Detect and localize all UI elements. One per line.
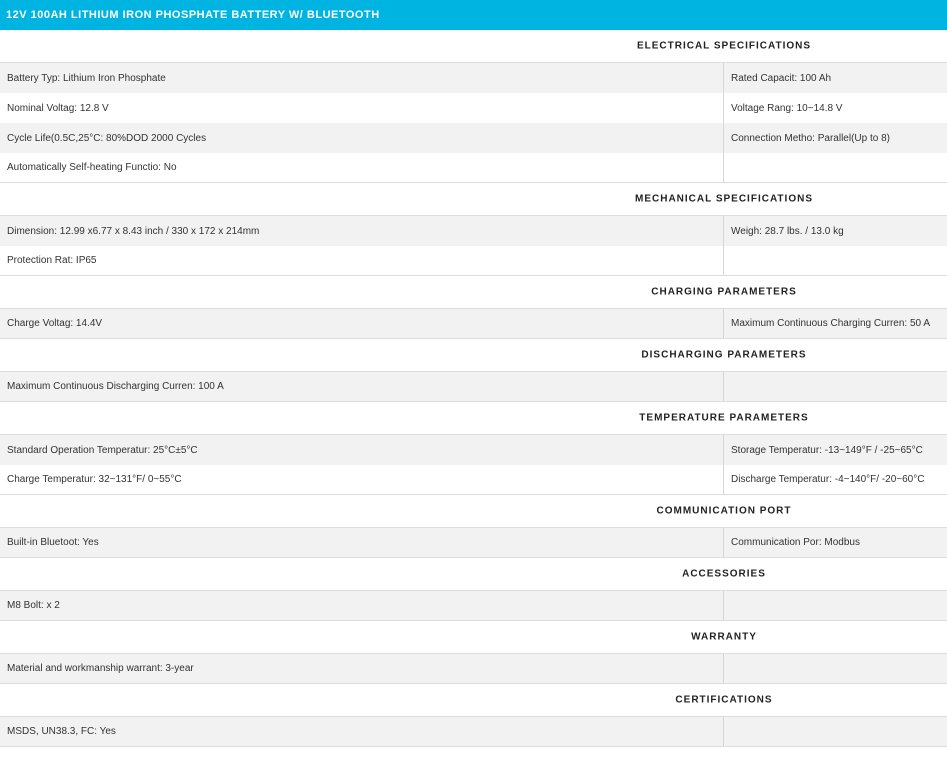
spec-cell-left: Dimension: 12.99 x6.77 x 8.43 inch / 330…	[0, 216, 724, 246]
section-title: TEMPERATURE PARAMETERS	[639, 412, 809, 424]
spec-cell-left: M8 Bolt: x 2	[0, 591, 724, 620]
spec-cell-left: Cycle Life(0.5C,25°C: 80%DOD 2000 Cycles	[0, 123, 724, 153]
spec-row: Nominal Voltag: 12.8 V Voltage Rang: 10~1…	[0, 93, 947, 123]
spec-cell-right: Rated Capacit: 100 Ah	[731, 72, 832, 84]
spec-cell-left: Charge Voltag: 14.4V	[0, 309, 724, 338]
spec-cell-left: Built-in Bluetoot: Yes	[0, 528, 724, 557]
section-header: DISCHARGING PARAMETERS	[0, 339, 947, 372]
spec-cell-right	[724, 591, 947, 620]
spec-row: Maximum Continuous Discharging Curren: 1…	[0, 372, 947, 402]
spec-cell-left: Material and workmanship warrant: 3-year	[0, 654, 724, 683]
spec-table: ELECTRICAL SPECIFICATIONS Battery Typ: Li…	[0, 30, 947, 747]
section-title: WARRANTY	[691, 631, 757, 643]
spec-cell-right	[724, 372, 947, 401]
section-header: CERTIFICATIONS	[0, 684, 947, 717]
spec-cell-left: Maximum Continuous Discharging Curren: 1…	[0, 372, 724, 401]
spec-cell-left: Charge Temperatur: 32~131°F/ 0~55°C	[0, 465, 724, 494]
section-title: DISCHARGING PARAMETERS	[641, 349, 807, 361]
section-title: ELECTRICAL SPECIFICATIONS	[636, 40, 812, 52]
spec-cell-right: Connection Metho: Parallel(Up to 8)	[731, 132, 890, 144]
spec-row: Standard Operation Temperatur: 25°C±5°C S…	[0, 435, 947, 465]
page-title: 12V 100AH LITHIUM IRON PHOSPHATE BATTERY…	[0, 0, 947, 30]
spec-cell-right: Discharge Temperatur: -4~140°F/ -20~60°C	[731, 474, 925, 485]
spec-row: Battery Typ: Lithium Iron Phosphate Rated…	[0, 63, 947, 93]
section-header: MECHANICAL SPECIFICATIONS	[0, 183, 947, 216]
spec-row: Built-in Bluetoot: Yes Communication Por:…	[0, 528, 947, 558]
spec-row: M8 Bolt: x 2	[0, 591, 947, 621]
section-header: TEMPERATURE PARAMETERS	[0, 402, 947, 435]
spec-cell-right: Storage Temperatur: -13~149°F / -25~65°C	[731, 444, 923, 456]
spec-row: Charge Temperatur: 32~131°F/ 0~55°C Disch…	[0, 465, 947, 495]
section-header: ACCESSORIES	[0, 558, 947, 591]
spec-cell-left: Battery Typ: Lithium Iron Phosphate	[0, 63, 724, 93]
spec-cell-left: Nominal Voltag: 12.8 V	[0, 93, 724, 123]
spec-cell-right: Weigh: 28.7 lbs. / 13.0 kg	[731, 225, 844, 237]
spec-cell-right: Maximum Continuous Charging Curren: 50 A	[731, 318, 930, 329]
spec-cell-right: Communication Por: Modbus	[731, 537, 860, 548]
spec-row: MSDS, UN38.3, FC: Yes	[0, 717, 947, 747]
section-title: COMMUNICATION PORT	[656, 505, 792, 517]
section-header: ELECTRICAL SPECIFICATIONS	[0, 30, 947, 63]
spec-cell-right	[724, 246, 947, 275]
spec-cell-left: Automatically Self-heating Functio: No	[0, 153, 724, 182]
spec-cell-left: Protection Rat: IP65	[0, 246, 724, 275]
section-header: WARRANTY	[0, 621, 947, 654]
section-title: MECHANICAL SPECIFICATIONS	[635, 193, 813, 205]
spec-row: Cycle Life(0.5C,25°C: 80%DOD 2000 Cycles…	[0, 123, 947, 153]
spec-row: Protection Rat: IP65	[0, 246, 947, 276]
spec-cell-right	[724, 654, 947, 683]
section-title: CHARGING PARAMETERS	[651, 286, 797, 298]
spec-cell-left: Standard Operation Temperatur: 25°C±5°C	[0, 435, 724, 465]
spec-cell-left: MSDS, UN38.3, FC: Yes	[0, 717, 724, 746]
spec-row: Dimension: 12.99 x6.77 x 8.43 inch / 330…	[0, 216, 947, 246]
section-header: COMMUNICATION PORT	[0, 495, 947, 528]
spec-cell-right: Voltage Rang: 10~14.8 V	[731, 102, 843, 114]
spec-cell-right	[724, 153, 947, 182]
section-title: CERTIFICATIONS	[675, 694, 773, 706]
spec-row: Material and workmanship warrant: 3-year	[0, 654, 947, 684]
section-header: CHARGING PARAMETERS	[0, 276, 947, 309]
spec-row: Charge Voltag: 14.4V Maximum Continuous C…	[0, 309, 947, 339]
spec-row: Automatically Self-heating Functio: No	[0, 153, 947, 183]
section-title: ACCESSORIES	[682, 568, 766, 580]
spec-cell-right	[724, 717, 947, 746]
